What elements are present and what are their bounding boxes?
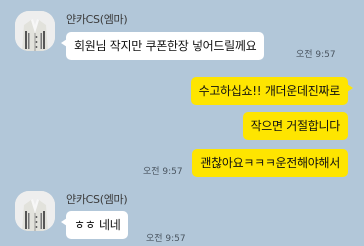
message-bubble-incoming[interactable]: ㅎㅎ 네네 (60, 211, 129, 239)
avatar-cardigan-icon (15, 11, 55, 51)
message-bubble-outgoing[interactable]: 작으면 거절합니다 (242, 112, 348, 140)
message-time: 오전 9:57 (143, 167, 183, 177)
message-time: 오전 9:57 (146, 234, 186, 244)
sender-name: 얀카CS(엠마) (66, 193, 128, 206)
message-bubble-incoming[interactable]: 회원님 작지만 쿠폰한장 넣어드릴께요 (60, 32, 265, 60)
avatar-cardigan-icon (15, 191, 55, 231)
sender-name: 얀카CS(엠마) (66, 13, 128, 26)
message-bubble-outgoing[interactable]: 괜찮아요ㅋㅋㅋ운전해야해서 (192, 149, 348, 177)
message-time: 오전 9:57 (296, 50, 336, 60)
sender-avatar[interactable] (15, 11, 55, 51)
message-bubble-outgoing[interactable]: 수고하십쇼!! 개더운데진짜로 (190, 77, 354, 105)
sender-avatar[interactable] (15, 191, 55, 231)
